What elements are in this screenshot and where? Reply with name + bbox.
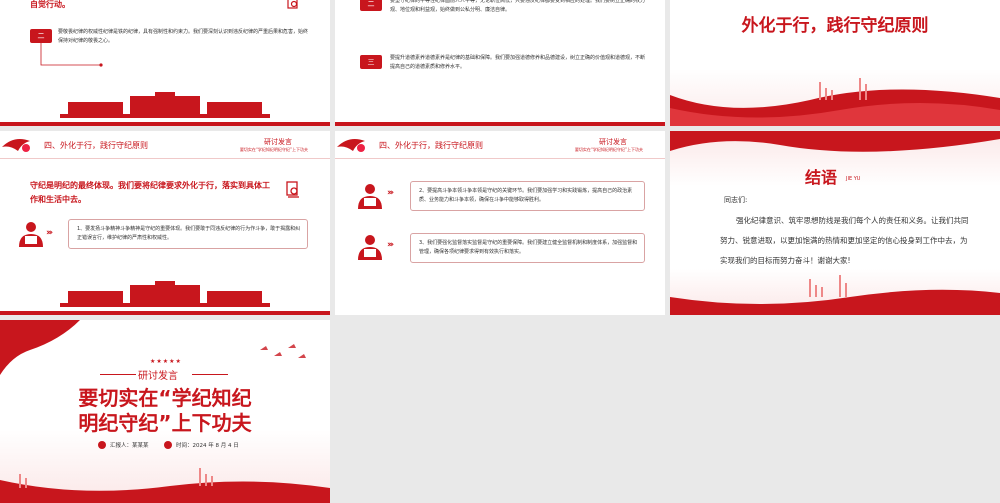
header-right-subtitle: 要切实在“学纪知纪明纪守纪”上下功夫 [574, 147, 643, 152]
red-flag-swoosh-icon [2, 139, 30, 152]
card-text: 2、要提高斗争本领斗争本领是守纪的关键环节。我们要加强学习和实践锻炼，提高自己的… [419, 188, 633, 203]
person-reading-icon [358, 184, 382, 209]
document-search-icon [287, 0, 298, 9]
item-number-badge: 二 [360, 0, 382, 11]
chevron-right-icon: ››› [387, 240, 394, 250]
chevron-right-icon: ››› [387, 188, 394, 198]
cover-title: 要切实在“学纪知纪 明纪守纪”上下功夫 [0, 386, 330, 436]
great-hall-building-icon [60, 281, 270, 307]
lead-text: 守纪是明纪的最终体现。我们要将纪律要求外化于行，落实到具体工作和生活中去。 [30, 181, 270, 204]
section-title: 四、外化于行，践行守纪原则 [44, 141, 148, 150]
slide-thumbnail-7[interactable]: ★★★★★ 研讨发言 要切实在“学纪知纪 明纪守纪”上下功夫 汇报人：某某某 时… [0, 320, 330, 503]
section-title: 四、外化于行，践行守纪原则 [379, 141, 483, 150]
slide-title: 外化于行，践行守纪原则 [741, 16, 929, 36]
item-text: 要坚守纪律的平等性纪律面前人人平等，无论职位高低，只要违反纪律都要受到相应的处理… [390, 0, 646, 13]
slide-subtitle: JIE YU [846, 176, 861, 182]
clock-icon [164, 441, 172, 449]
lead-text: 自觉行动。 [30, 0, 70, 9]
card-text: 3、我们要强化监督落实监督是守纪的重要保障。我们要建立健全监督机制和制度体系，加… [419, 240, 638, 255]
document-search-icon [286, 181, 299, 198]
card-text: 1、要发扬斗争精神斗争精神是守纪的重要体现。我们要敢于同违反纪律的行为作斗争，敢… [77, 226, 301, 241]
header-right-title: 研讨发言 [599, 138, 627, 146]
bottom-accent-bar [0, 122, 330, 126]
slide-thumbnail-1[interactable]: 自觉行动。 二 要敬畏纪律的权威性纪律是铁的纪律，具有强制性和约束力。我们要深刻… [0, 0, 330, 126]
reporter-icon [98, 441, 106, 449]
item-text: 要提升道德素养道德素养是纪律的基础和保障。我们要加强道德修养和品德建设，树立正确… [390, 55, 646, 70]
header-right-title: 研讨发言 [264, 138, 292, 146]
bottom-accent-bar [0, 311, 330, 315]
star-row-icon: ★★★★★ [150, 358, 182, 365]
chevron-right-icon: ››› [46, 228, 53, 238]
great-hall-building-icon [60, 92, 270, 118]
slide-thumbnail-6[interactable]: 结语 JIE YU 同志们: 强化纪律意识、筑牢思想防线是我们每个人的责任和义务… [670, 131, 1000, 315]
slide-thumbnail-4[interactable]: 四、外化于行，践行守纪原则 研讨发言 要切实在“学纪知纪明纪守纪”上下功夫 守纪… [0, 131, 330, 315]
slide-title: 结语 [805, 168, 838, 187]
red-flag-swoosh-icon [337, 139, 365, 152]
body-text: 强化纪律意识、筑牢思想防线是我们每个人的责任和义务。让我们共同努力、锐意进取，以… [720, 216, 969, 265]
cover-title-line2: 明纪守纪”上下功夫 [78, 411, 252, 435]
reporter-label: 汇报人：某某某 [110, 443, 149, 449]
slide-thumbnail-2[interactable]: 二 要坚守纪律的平等性纪律面前人人平等，无论职位高低，只要违反纪律都要受到相应的… [335, 0, 665, 126]
slide-thumbnail-3[interactable]: 外化于行，践行守纪原则 [670, 0, 1000, 126]
red-ribbon-wave [0, 468, 330, 503]
slide-header: 四、外化于行，践行守纪原则 研讨发言 要切实在“学纪知纪明纪守纪”上下功夫 [335, 131, 665, 159]
tag-line-right [192, 374, 228, 375]
date-label: 时间：2024 年 8 月 4 日 [176, 443, 239, 449]
item-number-badge: 二 [30, 29, 52, 43]
person-reading-icon [358, 235, 382, 260]
slide-header: 四、外化于行，践行守纪原则 研讨发言 要切实在“学纪知纪明纪守纪”上下功夫 [0, 131, 330, 159]
tag-text: 研讨发言 [138, 371, 178, 382]
tag-line-left [100, 374, 136, 375]
bottom-accent-bar [335, 122, 665, 126]
greeting-text: 同志们: [724, 196, 748, 204]
connector-line [40, 43, 103, 67]
content-card: 2、要提高斗争本领斗争本领是守纪的关键环节。我们要加强学习和实践锻炼，提高自己的… [410, 181, 645, 211]
cover-title-line1: 要切实在“学纪知纪 [78, 386, 252, 410]
item-number-badge: 三 [360, 55, 382, 69]
red-flag-top-left [0, 320, 80, 375]
red-ribbon-wave [670, 78, 1000, 126]
person-reading-icon [19, 222, 43, 247]
flying-doves-icon [260, 344, 306, 358]
slide-thumbnail-5[interactable]: 四、外化于行，践行守纪原则 研讨发言 要切实在“学纪知纪明纪守纪”上下功夫 ››… [335, 131, 665, 315]
red-ribbon-wave [670, 275, 1000, 315]
content-card: 3、我们要强化监督落实监督是守纪的重要保障。我们要建立健全监督机制和制度体系，加… [410, 233, 645, 263]
header-right-subtitle: 要切实在“学纪知纪明纪守纪”上下功夫 [239, 147, 308, 152]
content-card: 1、要发扬斗争精神斗争精神是守纪的重要体现。我们要敢于同违反纪律的行为作斗争，敢… [68, 219, 308, 249]
